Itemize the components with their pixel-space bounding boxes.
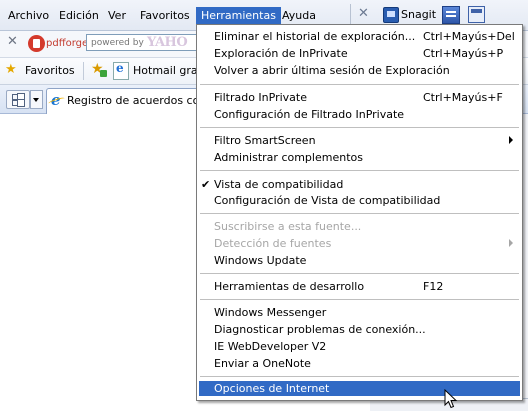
menu-item-subscribe-feed: Suscribirse a esta fuente... (214, 220, 362, 233)
ie-icon: e (51, 91, 61, 109)
check-icon: ✔ (201, 178, 211, 191)
menu-separator (200, 127, 519, 128)
menu-item-windows-update[interactable]: Windows Update (214, 253, 306, 268)
menu-item-inprivate-browsing[interactable]: Exploración de InPrivate (214, 46, 348, 61)
menu-item-delete-history[interactable]: Eliminar el historial de exploración... (214, 29, 415, 44)
tab-active[interactable]: e Registro de acuerdos col... (46, 88, 206, 114)
pdfforge-logo-icon[interactable] (28, 35, 45, 52)
add-favorite-icon[interactable]: ★ (91, 61, 107, 77)
yahoo-logo: YAHO (147, 35, 188, 50)
snagit-capture-icon[interactable] (468, 6, 485, 23)
toolbar-separator (350, 4, 351, 26)
menu-shortcut: Ctrl+Mayús+Del (423, 30, 515, 43)
menu-item-internet-options[interactable]: Opciones de Internet (214, 381, 329, 396)
menu-shortcut: F12 (423, 280, 444, 293)
menu-item-smartscreen-filter[interactable]: Filtro SmartScreen (214, 133, 316, 148)
menu-item-developer-tools[interactable]: Herramientas de desarrollo (214, 279, 364, 294)
menu-edicion[interactable]: Edición (59, 8, 99, 24)
menu-separator (200, 376, 519, 377)
snagit-window-icon[interactable] (442, 6, 460, 24)
menu-item-diagnose-connection[interactable]: Diagnosticar problemas de conexión... (214, 322, 426, 337)
close-toolbar-icon[interactable]: ✕ (358, 6, 369, 21)
menu-favoritos[interactable]: Favoritos (140, 8, 190, 24)
menu-ayuda[interactable]: Ayuda (282, 8, 316, 24)
menu-item-inprivate-filtering[interactable]: Filtrado InPrivate (214, 90, 307, 105)
web-slice-icon[interactable] (113, 61, 129, 80)
close-toolbar-icon[interactable]: ✕ (7, 34, 18, 49)
submenu-arrow-icon (509, 136, 513, 144)
menu-archivo[interactable]: Archivo (8, 8, 49, 24)
menu-item-compatibility-view-settings[interactable]: Configuración de Vista de compatibilidad (214, 193, 440, 208)
menu-item-manage-addons[interactable]: Administrar complementos (214, 150, 363, 165)
menu-item-send-to-onenote[interactable]: Enviar a OneNote (214, 356, 311, 371)
menu-item-inprivate-filtering-settings[interactable]: Configuración de Filtrado InPrivate (214, 107, 404, 122)
menu-shortcut: Ctrl+Mayús+P (423, 47, 504, 60)
submenu-arrow-icon (509, 239, 513, 247)
favorites-star-icon[interactable]: ★ (5, 62, 17, 77)
menu-item-windows-messenger[interactable]: Windows Messenger (214, 305, 326, 320)
quick-tabs-icon[interactable] (6, 90, 30, 109)
menu-separator (200, 213, 519, 214)
pdfforge-label[interactable]: pdfforge (46, 38, 88, 49)
tools-menu-dropdown: Eliminar el historial de exploración... … (196, 24, 523, 401)
favorites-button[interactable]: Favoritos (25, 64, 75, 77)
snagit-icon[interactable] (383, 7, 399, 23)
menu-shortcut: Ctrl+Mayús+F (423, 91, 503, 104)
menu-ver[interactable]: Ver (108, 8, 126, 24)
menu-item-compatibility-view[interactable]: Vista de compatibilidad (214, 177, 343, 192)
menu-separator (200, 273, 519, 274)
menu-item-ie-webdeveloper[interactable]: IE WebDeveloper V2 (214, 339, 326, 354)
menu-separator (200, 170, 519, 171)
mouse-cursor-icon (444, 389, 458, 409)
favorites-separator (83, 62, 84, 80)
menu-separator (200, 84, 519, 85)
menu-item-reopen-session[interactable]: Volver a abrir última sesión de Explorac… (214, 63, 450, 78)
menu-separator (200, 299, 519, 300)
snagit-label[interactable]: Snagit (401, 8, 436, 21)
menu-item-feed-discovery: Detección de fuentes (214, 237, 332, 250)
tab-title: Registro de acuerdos col... (67, 94, 201, 107)
tab-list-dropdown-icon[interactable] (30, 90, 43, 109)
menu-herramientas[interactable]: Herramientas (196, 7, 281, 25)
